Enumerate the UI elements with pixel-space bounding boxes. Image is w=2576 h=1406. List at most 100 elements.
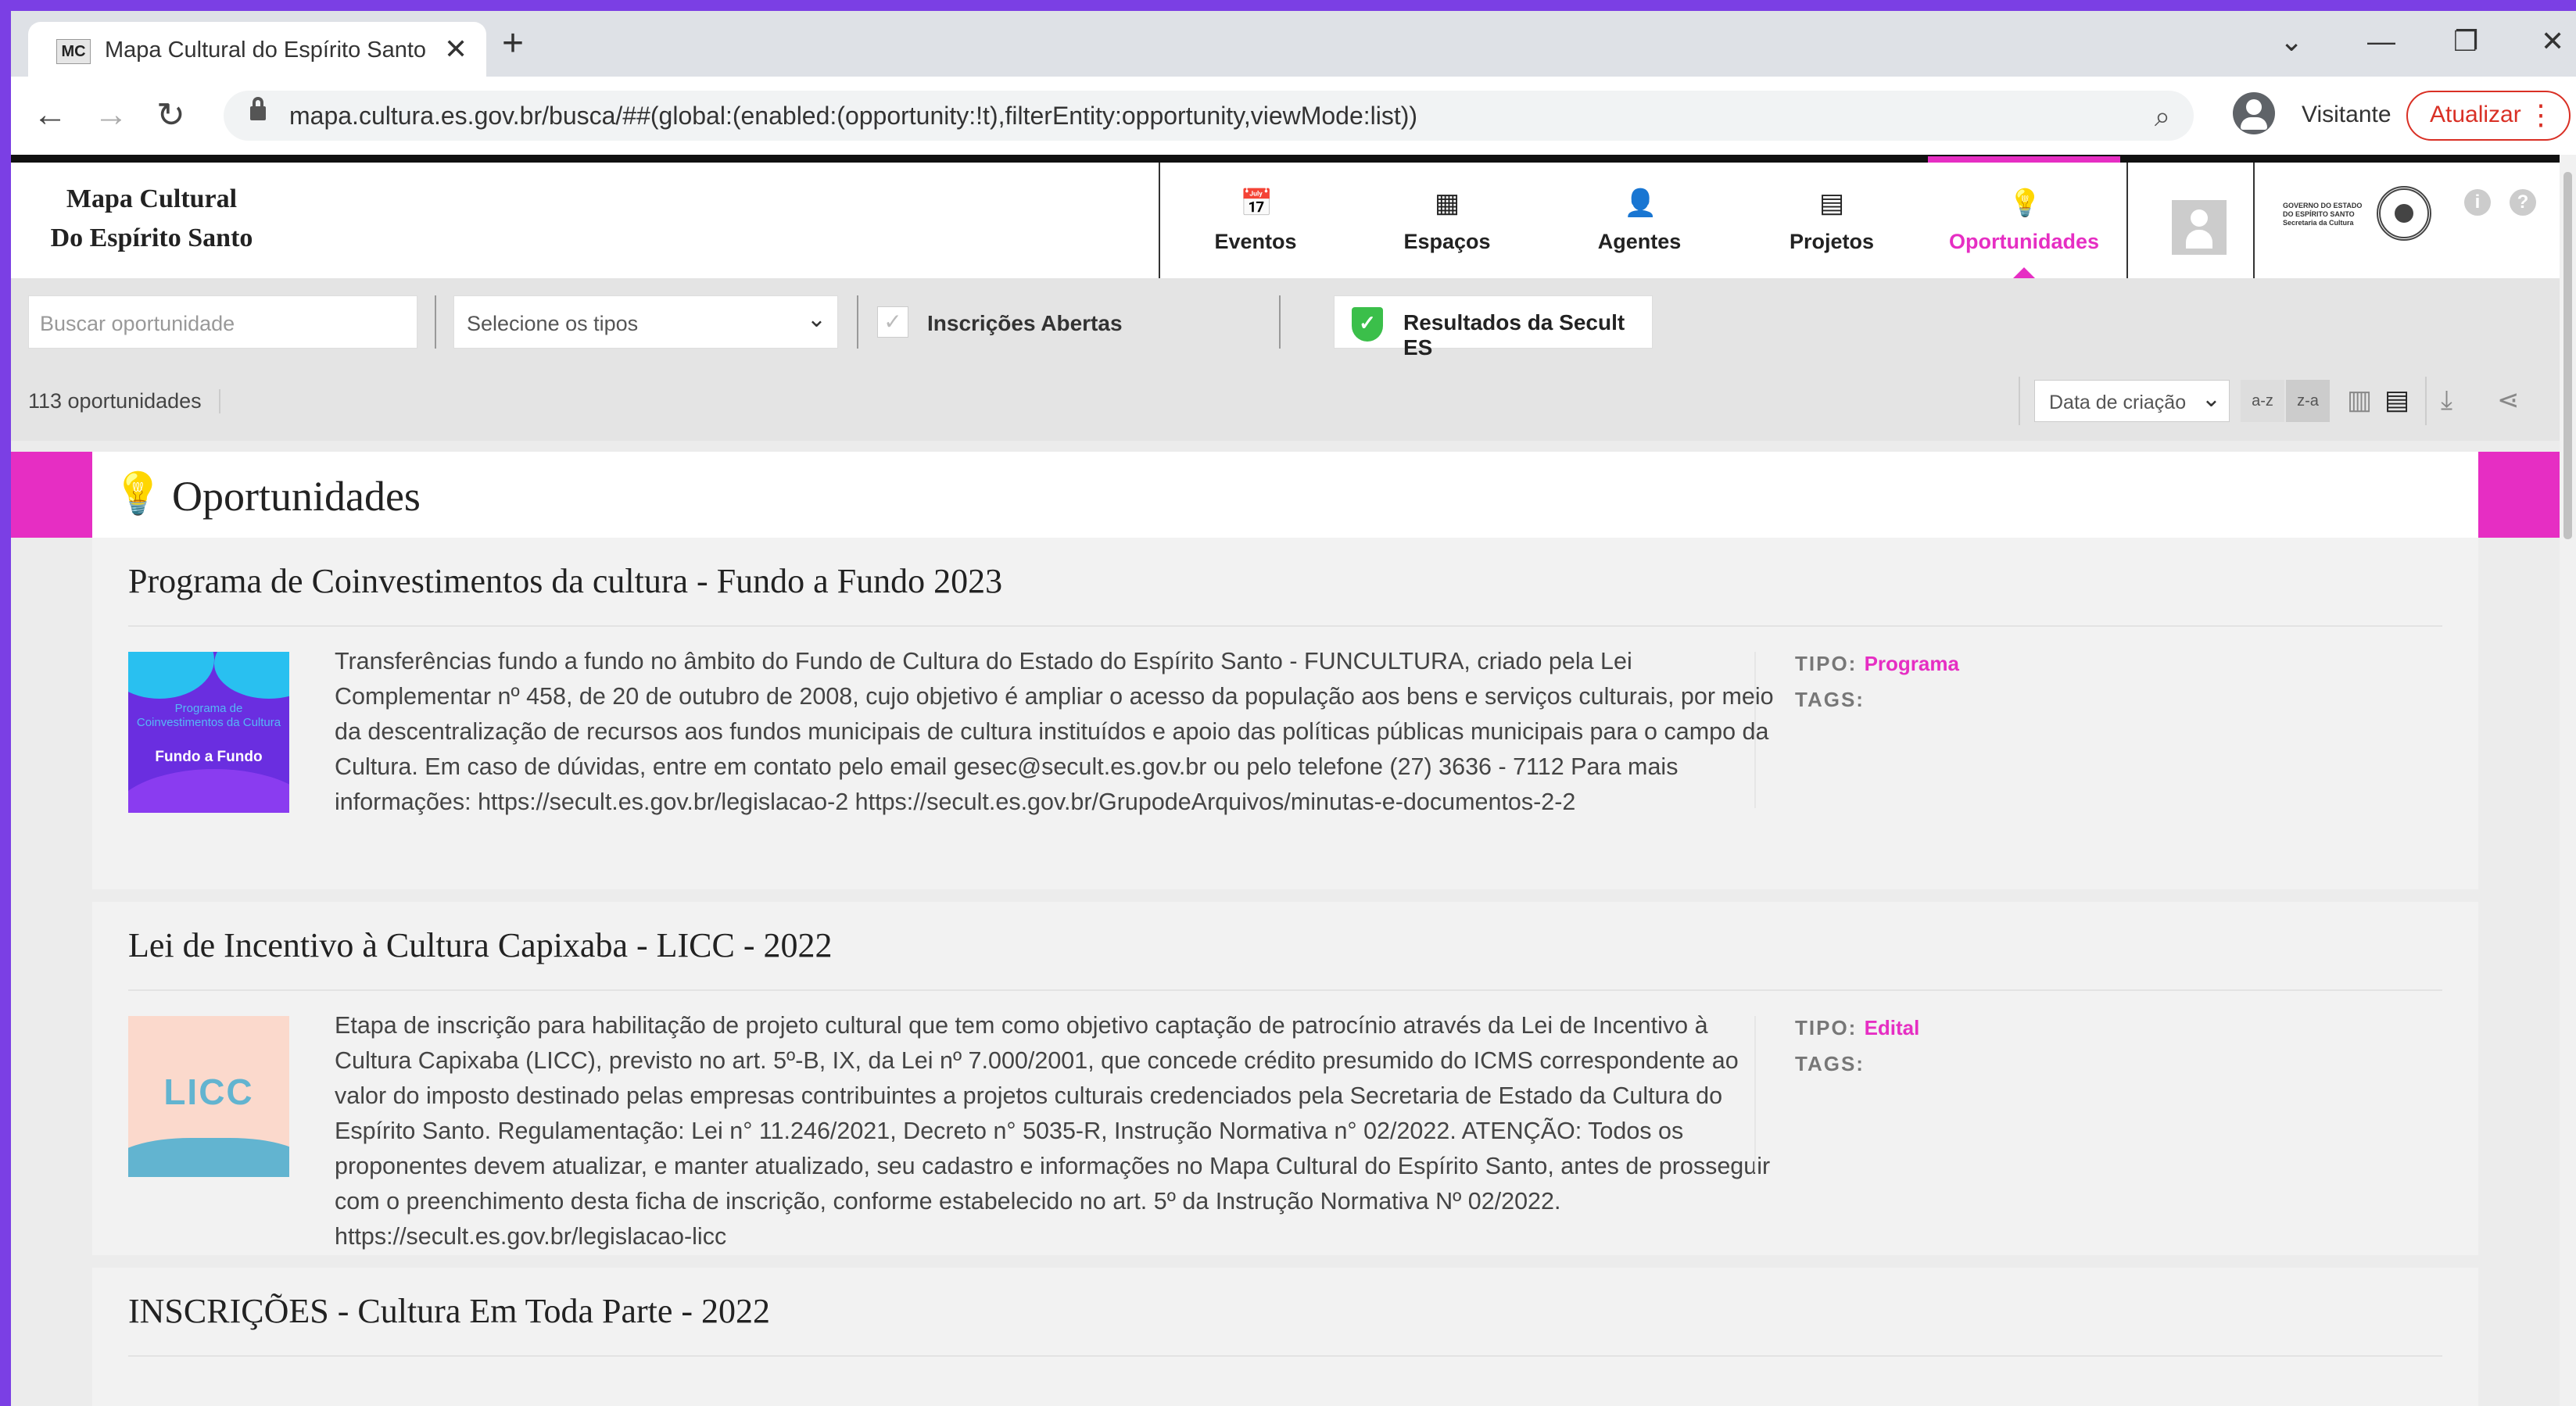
menu-dots-icon[interactable]: ⋮	[2527, 98, 2555, 131]
gov-logo-text: GOVERNO DO ESTADO DO ESPÍRITO SANTO Secr…	[2283, 202, 2363, 227]
divider	[1279, 295, 1281, 349]
nav-eventos[interactable]: 📅 Eventos	[1159, 163, 1351, 278]
browser-tab[interactable]: MC Mapa Cultural do Espírito Santo ✕	[28, 22, 486, 77]
divider	[2019, 377, 2020, 425]
user-menu[interactable]	[2126, 163, 2255, 278]
divider	[1754, 1016, 1756, 1172]
nav-projetos[interactable]: ▤ Projetos	[1736, 163, 1928, 278]
site-header: Mapa Cultural Do Espírito Santo 📅 Evento…	[11, 156, 2560, 278]
section-header: 💡 Oportunidades	[11, 452, 2560, 538]
nav-agentes[interactable]: 👤 Agentes	[1543, 163, 1736, 278]
opportunity-card: Lei de Incentivo à Cultura Capixaba - LI…	[92, 902, 2478, 1255]
back-arrow-icon[interactable]: ←	[33, 95, 67, 134]
scrollbar-thumb[interactable]	[2563, 172, 2572, 539]
opportunity-title[interactable]: Lei de Incentivo à Cultura Capixaba - LI…	[128, 925, 833, 965]
thumbnail-text: LICC	[163, 1071, 254, 1112]
share-icon[interactable]: ⋖	[2497, 385, 2520, 416]
divider	[2425, 377, 2427, 425]
sort-az-button[interactable]: a-z	[2241, 380, 2284, 422]
site-brand[interactable]: Mapa Cultural Do Espírito Santo	[50, 180, 253, 258]
browser-window: MC Mapa Cultural do Espírito Santo ✕ + ⌄…	[11, 11, 2576, 1406]
divider	[857, 295, 858, 349]
nav-label: Projetos	[1789, 230, 1875, 253]
filter-bar: Buscar oportunidade Selecione os tipos ⌄…	[11, 278, 2560, 360]
divider	[128, 625, 2442, 627]
person-icon: 👤	[1624, 188, 1657, 218]
government-logo[interactable]: GOVERNO DO ESTADO DO ESPÍRITO SANTO Secr…	[2283, 186, 2439, 241]
opportunity-description: Etapa de inscrição para habilitação de p…	[335, 1012, 1771, 1250]
address-bar[interactable]: mapa.cultura.es.gov.br/busca/##(global:(…	[224, 91, 2194, 141]
map-view-icon[interactable]: ▥	[2347, 385, 2372, 416]
zoom-icon[interactable]: ⌕	[2155, 100, 2170, 134]
tab-title: Mapa Cultural do Espírito Santo	[105, 38, 427, 63]
tab-strip: MC Mapa Cultural do Espírito Santo ✕ + ⌄…	[11, 11, 2576, 77]
lock-icon[interactable]	[250, 97, 266, 122]
download-icon[interactable]: ⤓	[2441, 385, 2452, 416]
sort-value: Data de criação	[2049, 392, 2187, 413]
lightbulb-icon: 💡	[2008, 188, 2042, 218]
opportunity-title[interactable]: Programa de Coinvestimentos da cultura -…	[128, 561, 1002, 601]
new-tab-icon[interactable]: +	[502, 25, 524, 63]
site-favicon: MC	[56, 39, 91, 64]
sort-za-button[interactable]: z-a	[2286, 380, 2330, 422]
types-select-value: Selecione os tipos	[467, 312, 639, 335]
help-icon[interactable]: ?	[2510, 189, 2536, 216]
accent-block	[11, 452, 92, 538]
open-registrations-label[interactable]: Inscrições Abertas	[927, 311, 1123, 336]
browser-toolbar: ← → ↻ mapa.cultura.es.gov.br/busca/##(gl…	[11, 77, 2576, 155]
chevron-down-icon: ⌄	[806, 306, 826, 332]
document-icon: ▤	[1818, 188, 1845, 218]
type-value[interactable]: Programa	[1865, 652, 1959, 675]
opportunity-tags: TAGS:	[1795, 1052, 1865, 1075]
divider	[1754, 652, 1756, 808]
search-input[interactable]: Buscar oportunidade	[28, 295, 417, 349]
nav-label: Eventos	[1214, 230, 1297, 253]
restore-icon[interactable]: ❐	[2453, 25, 2478, 58]
opportunity-thumbnail[interactable]: Programa de Coinvestimentos da Cultura F…	[128, 652, 289, 813]
divider	[435, 295, 436, 349]
profile-button[interactable]: Visitante	[2230, 89, 2402, 142]
chevron-down-icon: ⌄	[2201, 386, 2221, 412]
update-browser-button[interactable]: Atualizar ⋮	[2406, 91, 2571, 141]
open-registrations-checkbox[interactable]: ✓	[877, 306, 908, 338]
nav-label: Oportunidades	[1948, 230, 2099, 253]
opportunity-title[interactable]: INSCRIÇÕES - Cultura Em Toda Parte - 202…	[128, 1291, 770, 1331]
thumbnail-text: Fundo a Fundo	[155, 749, 263, 765]
divider	[128, 989, 2442, 991]
thumbnail-text: Programa de Coinvestimentos da Cultura	[136, 702, 281, 729]
sort-select[interactable]: Data de criação ⌄	[2034, 380, 2230, 422]
type-value[interactable]: Edital	[1865, 1016, 1920, 1039]
url-text[interactable]: mapa.cultura.es.gov.br/busca/##(global:(…	[289, 102, 1417, 131]
user-avatar-icon[interactable]	[2172, 200, 2227, 255]
info-icon[interactable]: i	[2464, 189, 2491, 216]
building-icon: ▦	[1434, 188, 1460, 218]
opportunity-card: INSCRIÇÕES - Cultura Em Toda Parte - 202…	[92, 1268, 2478, 1406]
opportunity-tags: TAGS:	[1795, 688, 1865, 711]
opportunity-card: Programa de Coinvestimentos da cultura -…	[92, 538, 2478, 889]
top-black-bar	[11, 155, 2560, 163]
forward-arrow-icon[interactable]: →	[94, 95, 128, 134]
lightbulb-icon: 💡	[113, 471, 163, 517]
profile-label: Visitante	[2302, 102, 2391, 127]
tab-search-chevron-icon[interactable]: ⌄	[2280, 25, 2303, 58]
reload-icon[interactable]: ↻	[156, 95, 185, 135]
nav-espacos[interactable]: ▦ Espaços	[1351, 163, 1543, 278]
nav-label: Agentes	[1597, 230, 1682, 253]
minimize-icon[interactable]: —	[2367, 25, 2395, 58]
type-key: TIPO:	[1795, 1016, 1858, 1039]
divider	[128, 1355, 2442, 1357]
brand-line-2: Do Espírito Santo	[50, 224, 253, 252]
opportunity-type: TIPO: Edital	[1795, 1016, 1919, 1040]
results-toolbar: 113 oportunidades Data de criação ⌄ a-z …	[11, 360, 2560, 441]
nav-oportunidades[interactable]: 💡 Oportunidades	[1928, 156, 2120, 278]
site-content: Mapa Cultural Do Espírito Santo 📅 Evento…	[11, 155, 2560, 1406]
close-window-icon[interactable]: ✕	[2541, 25, 2564, 58]
results-count: 113 oportunidades	[28, 389, 220, 413]
close-tab-icon[interactable]: ✕	[444, 33, 468, 66]
page-scrollbar[interactable]	[2560, 155, 2576, 1406]
types-select[interactable]: Selecione os tipos ⌄	[453, 295, 838, 349]
calendar-icon: 📅	[1240, 188, 1274, 218]
opportunity-thumbnail[interactable]: LICC	[128, 1016, 289, 1177]
list-view-icon[interactable]: ▤	[2384, 385, 2409, 416]
secult-results-button[interactable]: ✓ Resultados da Secult ES	[1334, 295, 1653, 360]
